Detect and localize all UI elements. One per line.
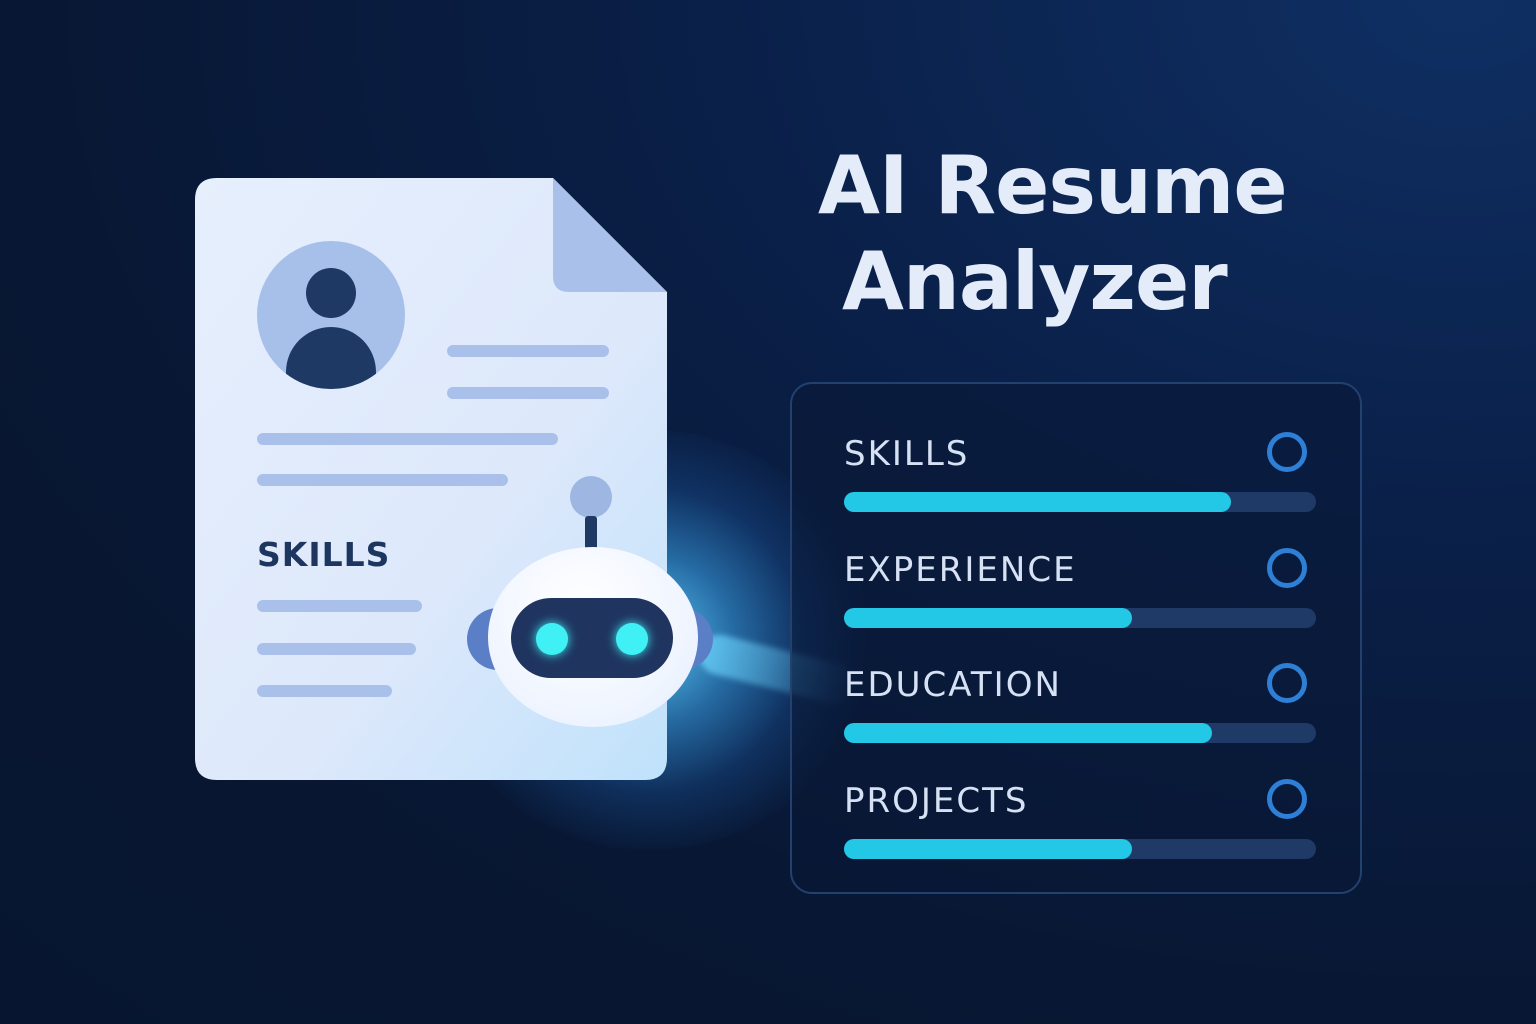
score-bar-fill — [844, 492, 1232, 512]
check-circle-icon[interactable] — [1267, 663, 1307, 703]
text-line — [257, 685, 392, 697]
metric-label: EXPERIENCE — [844, 550, 1077, 590]
analysis-panel: SKILLS EXPERIENCE EDUCATION PROJECTS — [790, 382, 1362, 894]
metric-row-skills: SKILLS — [792, 432, 1360, 534]
score-bar-fill — [844, 839, 1132, 859]
robot-eye-left — [536, 623, 568, 655]
metric-row-education: EDUCATION — [792, 663, 1360, 765]
page-fold-icon — [553, 178, 667, 292]
text-line — [257, 433, 558, 445]
score-bar-fill — [844, 608, 1132, 628]
check-circle-icon[interactable] — [1267, 548, 1307, 588]
score-bar — [844, 492, 1316, 512]
metric-row-projects: PROJECTS — [792, 779, 1360, 881]
avatar-body — [286, 327, 376, 389]
text-line — [257, 600, 422, 612]
avatar-head — [306, 268, 356, 318]
title-line-2: Analyzer — [842, 235, 1228, 328]
text-line — [447, 387, 609, 399]
page-title: AI Resume Analyzer — [818, 138, 1288, 330]
metric-label: SKILLS — [844, 434, 970, 474]
check-circle-icon[interactable] — [1267, 779, 1307, 819]
metric-label: EDUCATION — [844, 665, 1062, 705]
antenna-ball — [570, 476, 612, 518]
check-circle-icon[interactable] — [1267, 432, 1307, 472]
robot-eye-right — [616, 623, 648, 655]
text-line — [447, 345, 609, 357]
robot-icon — [465, 470, 715, 730]
document-section-heading: SKILLS — [257, 535, 391, 574]
score-bar — [844, 839, 1316, 859]
profile-avatar-icon — [257, 241, 405, 389]
score-bar — [844, 608, 1316, 628]
metric-label: PROJECTS — [844, 781, 1029, 821]
title-line-1: AI Resume — [818, 139, 1288, 232]
metric-row-experience: EXPERIENCE — [792, 548, 1360, 650]
score-bar-fill — [844, 723, 1213, 743]
score-bar — [844, 723, 1316, 743]
text-line — [257, 643, 416, 655]
